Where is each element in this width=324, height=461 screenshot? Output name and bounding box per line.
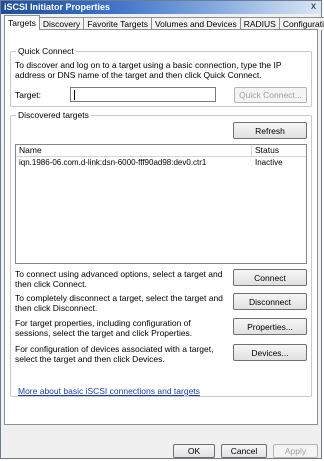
discovered-targets-title: Discovered targets xyxy=(16,110,91,120)
target-label: Target: xyxy=(15,90,41,100)
column-header-status[interactable]: Status xyxy=(252,145,279,156)
list-header: Name Status xyxy=(16,145,306,157)
cancel-button[interactable]: Cancel xyxy=(221,444,267,458)
quick-connect-description: To discover and log on to a target using… xyxy=(15,60,282,80)
discovered-targets-group: Discovered targets Refresh Name Status i… xyxy=(10,110,312,397)
devices-button[interactable]: Devices... xyxy=(233,344,307,361)
targets-panel: Quick Connect To discover and log on to … xyxy=(4,29,318,425)
ok-button[interactable]: OK xyxy=(173,444,215,458)
target-name-cell: iqn.1986-06.com.d-link:dsn-6000-fff90ad9… xyxy=(19,158,207,167)
disconnect-description: To completely disconnect a target, selec… xyxy=(15,293,223,313)
target-status-cell: Inactive xyxy=(255,158,283,167)
quick-connect-button[interactable]: Quick Connect... xyxy=(234,87,307,103)
disconnect-button[interactable]: Disconnect xyxy=(233,293,307,310)
help-link[interactable]: More about basic iSCSI connections and t… xyxy=(18,386,200,396)
target-input[interactable] xyxy=(70,87,216,102)
tab-targets[interactable]: Targets xyxy=(4,15,40,30)
column-header-name[interactable]: Name xyxy=(16,145,252,156)
targets-list[interactable]: Name Status iqn.1986-06.com.d-link:dsn-6… xyxy=(15,144,307,264)
apply-button[interactable]: Apply xyxy=(273,444,318,458)
tab-strip: Targets Discovery Favorite Targets Volum… xyxy=(4,15,324,30)
properties-button[interactable]: Properties... xyxy=(233,318,307,335)
quick-connect-group: Quick Connect To discover and log on to … xyxy=(10,46,312,107)
title-bar[interactable]: iSCSI Initiator Properties x xyxy=(1,1,321,14)
properties-description: For target properties, including configu… xyxy=(15,318,193,338)
connect-button[interactable]: Connect xyxy=(233,269,307,286)
quick-connect-title: Quick Connect xyxy=(16,46,76,56)
devices-description: For configuration of devices associated … xyxy=(15,344,214,364)
text-caret xyxy=(74,90,75,100)
iscsi-properties-window: iSCSI Initiator Properties x Targets Dis… xyxy=(0,0,324,459)
window-title: iSCSI Initiator Properties xyxy=(4,2,111,12)
table-row[interactable]: iqn.1986-06.com.d-link:dsn-6000-fff90ad9… xyxy=(16,157,306,168)
close-icon[interactable]: x xyxy=(308,1,319,13)
refresh-button[interactable]: Refresh xyxy=(233,122,307,139)
connect-description: To connect using advanced options, selec… xyxy=(15,269,223,289)
